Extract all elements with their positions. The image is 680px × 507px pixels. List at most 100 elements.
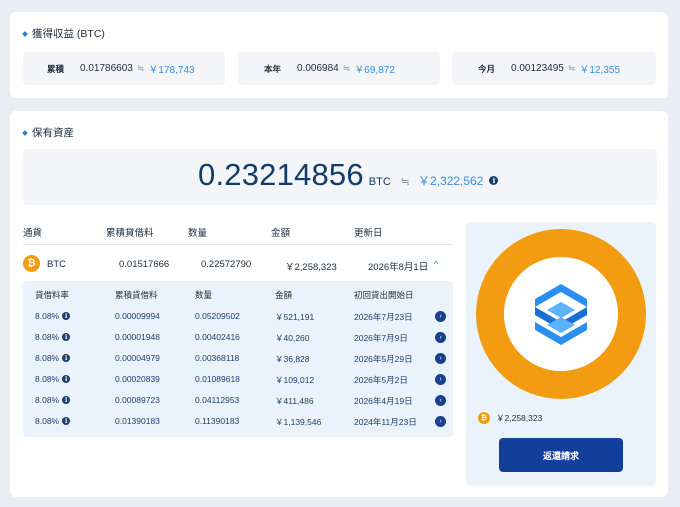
loan-qty: 0.11390183 [195, 416, 240, 426]
loan-rate: 8.08% [35, 416, 60, 426]
loan-row[interactable]: 8.08% i 0.01390183 0.11390183 ￥1,139,546 … [23, 412, 453, 432]
earnings-month-box: 今月 0.00123495 ≒ ￥12,355 [452, 52, 656, 85]
balance-yen: ￥2,322,562 [418, 174, 484, 188]
donut-legend: ₿ ￥2,258,323 [478, 412, 542, 424]
loan-row[interactable]: 8.08% i 0.00001948 0.00402416 ￥40,260 202… [23, 328, 453, 348]
holdings-table-header: 通貨 累積貸借料 数量 金額 更新日 [23, 223, 453, 245]
diamond-bullet-icon [22, 30, 28, 37]
subheader-amount: 金額 [275, 290, 293, 300]
loan-rate: 8.08% [35, 332, 60, 342]
chevron-right-icon[interactable]: › [435, 332, 446, 343]
loan-detail-table: 貸借料率 累積貸借料 数量 金額 初回貸出開始日 8.08% i 0.000099… [23, 281, 453, 437]
holdings-donut-chart [476, 229, 646, 399]
loan-fee: 0.01390183 [115, 416, 160, 426]
chevron-right-icon[interactable]: › [435, 416, 446, 427]
loan-qty: 0.00402416 [195, 332, 240, 342]
approx-sign: ≒ [567, 63, 576, 73]
loan-row[interactable]: 8.08% i 0.00004979 0.00368118 ￥36,828 202… [23, 349, 453, 369]
info-icon[interactable]: i [62, 312, 71, 320]
btc-currency: BTC [47, 259, 66, 270]
redeem-button[interactable]: 返還請求 [499, 438, 623, 472]
earnings-year-box: 本年 0.006984 ≒ ￥69,872 [238, 52, 440, 85]
asset-chart-panel: ₿ ￥2,258,323 返還請求 [466, 222, 656, 486]
loan-fee: 0.00089723 [115, 395, 160, 405]
loan-row[interactable]: 8.08% i 0.00020839 0.01089618 ￥109,012 20… [23, 370, 453, 390]
btc-fee: 0.01517666 [119, 259, 170, 270]
earnings-title: 獲得収益 (BTC) [32, 28, 105, 40]
loan-qty: 0.00368118 [195, 353, 240, 363]
info-icon[interactable]: i [62, 333, 71, 341]
loan-date: 2026年5月2日 [354, 375, 408, 385]
chevron-right-icon[interactable]: › [435, 311, 446, 322]
loan-date: 2026年7月9日 [354, 333, 408, 343]
earnings-total-box: 累積 0.01786603 ≒ ￥178,743 [23, 52, 225, 85]
info-icon[interactable]: i [62, 417, 71, 425]
loan-amount: ￥109,012 [275, 375, 315, 385]
legend-amount: ￥2,258,323 [496, 413, 543, 423]
loan-detail-header: 貸借料率 累積貸借料 数量 金額 初回貸出開始日 [23, 289, 453, 303]
loan-qty: 0.01089618 [195, 374, 240, 384]
btc-qty: 0.22572790 [201, 259, 252, 270]
chevron-right-icon[interactable]: › [435, 374, 446, 385]
earnings-month-label: 今月 [478, 63, 496, 74]
balance-unit: BTC [368, 176, 391, 188]
earnings-total-btc: 0.01786603 [80, 63, 133, 74]
btc-date: 2026年8月1日 [368, 262, 429, 273]
earnings-total-yen: ￥178,743 [148, 65, 195, 76]
subheader-qty: 数量 [195, 290, 213, 300]
approx-sign: ≒ [400, 176, 411, 188]
loan-fee: 0.00001948 [115, 332, 160, 342]
earnings-total-label: 累積 [47, 63, 65, 74]
earnings-section-title: 獲得収益 (BTC) [22, 26, 105, 41]
loan-rate: 8.08% [35, 353, 60, 363]
balance-amount: 0.23214856 [198, 157, 364, 192]
btc-holding-row[interactable]: ₿ BTC 0.01517666 0.22572790 ￥2,258,323 2… [23, 251, 453, 277]
subheader-fee: 累積貸借料 [115, 290, 158, 300]
holdings-section-title: 保有資産 [22, 125, 74, 140]
header-fee: 累積貸借料 [106, 228, 154, 239]
btc-amount: ￥2,258,323 [285, 262, 337, 273]
loan-amount: ￥521,191 [275, 312, 315, 322]
loan-amount: ￥411,486 [275, 396, 314, 406]
header-amount: 金額 [271, 228, 291, 239]
chevron-up-icon[interactable]: ^ [434, 259, 438, 269]
loan-qty: 0.05209502 [195, 311, 240, 321]
header-qty: 数量 [188, 228, 208, 239]
bitcoin-icon: ₿ [23, 255, 40, 272]
loan-rate: 8.08% [35, 311, 60, 321]
info-icon[interactable]: i [62, 375, 71, 383]
loan-qty: 0.04112953 [195, 395, 240, 405]
approx-sign: ≒ [342, 63, 351, 73]
loan-amount: ￥40,260 [275, 333, 310, 343]
earnings-month-btc: 0.00123495 [511, 63, 564, 74]
info-icon[interactable]: i [62, 354, 71, 362]
loan-row[interactable]: 8.08% i 0.00009994 0.05209502 ￥521,191 20… [23, 307, 453, 327]
loan-date: 2026年7月23日 [354, 312, 413, 322]
earnings-year-yen: ￥69,872 [354, 65, 395, 76]
header-date: 更新日 [354, 228, 383, 239]
info-icon[interactable]: i [62, 396, 71, 404]
bitcoin-icon: ₿ [478, 412, 490, 424]
loan-date: 2026年4月19日 [354, 396, 413, 406]
loan-rate: 8.08% [35, 395, 60, 405]
approx-sign: ≒ [136, 63, 145, 73]
header-currency: 通貨 [23, 228, 43, 239]
chevron-right-icon[interactable]: › [435, 353, 446, 364]
subheader-start-date: 初回貸出開始日 [354, 290, 414, 300]
diamond-bullet-icon [22, 129, 28, 136]
holdings-card: 保有資産 0.23214856 BTC ≒ ￥2,322,562 i 通貨 累積… [10, 111, 668, 497]
loan-date: 2024年11月23日 [354, 417, 417, 427]
loan-row[interactable]: 8.08% i 0.00089723 0.04112953 ￥411,486 20… [23, 391, 453, 411]
balance-box: 0.23214856 BTC ≒ ￥2,322,562 i [23, 149, 657, 205]
loan-amount: ￥36,828 [275, 354, 310, 364]
earnings-year-btc: 0.006984 [297, 63, 339, 74]
loan-fee: 0.00020839 [115, 374, 160, 384]
loan-date: 2026年5月29日 [354, 354, 413, 364]
loan-amount: ￥1,139,546 [275, 417, 322, 427]
earnings-year-label: 本年 [264, 63, 282, 74]
info-icon[interactable]: i [489, 176, 499, 185]
chevron-right-icon[interactable]: › [435, 395, 446, 406]
holdings-title: 保有資産 [32, 127, 74, 139]
earnings-month-yen: ￥12,355 [579, 65, 621, 76]
earnings-card: 獲得収益 (BTC) 累積 0.01786603 ≒ ￥178,743 本年 0… [10, 12, 668, 98]
